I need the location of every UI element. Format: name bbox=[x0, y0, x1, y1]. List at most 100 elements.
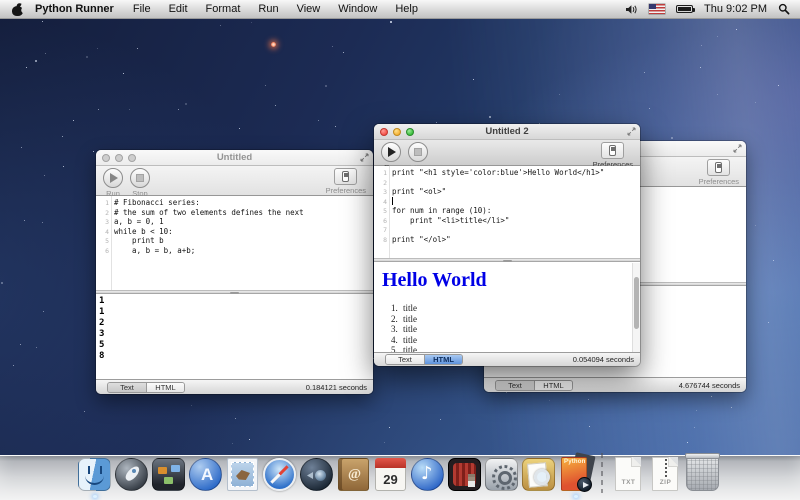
elapsed-time: 4.676744 seconds bbox=[679, 381, 740, 390]
output-line: 5 bbox=[99, 340, 373, 351]
toggle-icon bbox=[342, 171, 349, 182]
code-editor[interactable]: 1print "<h1 style='color:blue'>Hello Wor… bbox=[374, 166, 640, 258]
close-button[interactable] bbox=[380, 128, 388, 136]
window-untitled: Untitled Run Stop Preferences 1# Fibonac… bbox=[96, 150, 373, 394]
tab-text[interactable]: Text bbox=[108, 383, 146, 392]
volume-icon[interactable] bbox=[625, 4, 638, 15]
red-star bbox=[271, 42, 276, 47]
output-line: 1 bbox=[99, 296, 373, 307]
minimize-button[interactable] bbox=[393, 128, 401, 136]
preferences-button[interactable]: Preferences bbox=[593, 142, 633, 169]
app-menu-title[interactable]: Python Runner bbox=[29, 3, 120, 15]
launchpad-icon[interactable] bbox=[113, 453, 150, 493]
spotlight-icon[interactable] bbox=[778, 3, 790, 15]
list-item: title bbox=[400, 314, 640, 325]
tab-text[interactable]: Text bbox=[496, 381, 534, 390]
window-untitled-2: Untitled 2 Run Stop Preferences 1print "… bbox=[374, 124, 640, 366]
code-line: 6 print "<li>title</li>" bbox=[374, 216, 640, 226]
text-output: 112358 bbox=[96, 294, 373, 362]
preferences-button[interactable]: Preferences bbox=[326, 168, 366, 195]
apple-menu-icon[interactable] bbox=[12, 3, 23, 16]
tab-html[interactable]: HTML bbox=[534, 381, 572, 390]
code-line: 5 print b bbox=[96, 236, 373, 246]
code-editor[interactable]: 1# Fibonacci series:2# the sum of two el… bbox=[96, 196, 373, 290]
menu-run[interactable]: Run bbox=[249, 3, 287, 15]
list-item: title bbox=[400, 324, 640, 335]
zoom-button[interactable] bbox=[128, 154, 136, 162]
preferences-button[interactable]: Preferences bbox=[699, 159, 739, 186]
stop-button[interactable]: Stop bbox=[130, 168, 150, 198]
zip-document-icon[interactable]: ZIP bbox=[647, 453, 684, 493]
list-item: title bbox=[400, 345, 640, 352]
titlebar[interactable]: Untitled bbox=[96, 150, 373, 166]
resize-icon[interactable] bbox=[360, 153, 369, 162]
titlebar[interactable]: Untitled 2 bbox=[374, 124, 640, 140]
elapsed-time: 0.184121 seconds bbox=[306, 383, 367, 392]
minimize-button[interactable] bbox=[115, 154, 123, 162]
menu-list: FileEditFormatRunViewWindowHelp bbox=[124, 3, 427, 15]
play-icon bbox=[388, 147, 396, 157]
mail-icon[interactable] bbox=[224, 453, 261, 493]
tab-html[interactable]: HTML bbox=[424, 355, 462, 364]
menu-bar: Python Runner FileEditFormatRunViewWindo… bbox=[0, 0, 800, 19]
output-line: 3 bbox=[99, 329, 373, 340]
code-line: 8print "</ol>" bbox=[374, 235, 640, 245]
menu-format[interactable]: Format bbox=[197, 3, 250, 15]
output-pane[interactable]: 112358 bbox=[96, 294, 373, 379]
python-runner-icon[interactable]: Python bbox=[557, 453, 594, 493]
menu-clock[interactable]: Thu 9:02 PM bbox=[704, 3, 767, 15]
tab-html[interactable]: HTML bbox=[146, 383, 184, 392]
code-line: 1print "<h1 style='color:blue'>Hello Wor… bbox=[374, 168, 640, 178]
system-preferences-icon[interactable] bbox=[483, 453, 520, 493]
input-language-flag-icon[interactable] bbox=[649, 4, 665, 14]
battery-icon[interactable] bbox=[676, 5, 693, 13]
finder-icon[interactable] bbox=[76, 453, 113, 493]
safari-icon[interactable] bbox=[261, 453, 298, 493]
menu-file[interactable]: File bbox=[124, 3, 160, 15]
menu-view[interactable]: View bbox=[288, 3, 330, 15]
code-line: 1# Fibonacci series: bbox=[96, 198, 373, 208]
itunes-icon[interactable] bbox=[409, 453, 446, 493]
elapsed-time: 0.054094 seconds bbox=[573, 355, 634, 364]
list-item: title bbox=[400, 303, 640, 314]
tab-text[interactable]: Text bbox=[386, 355, 424, 364]
toolbar: Run Stop Preferences bbox=[96, 166, 373, 196]
menu-window[interactable]: Window bbox=[329, 3, 386, 15]
code-line: 5for num in range (10): bbox=[374, 206, 640, 216]
run-button[interactable]: Run bbox=[103, 168, 123, 198]
status-menus: Thu 9:02 PM bbox=[625, 3, 800, 15]
output-line: 8 bbox=[99, 351, 373, 362]
resize-icon[interactable] bbox=[627, 127, 636, 136]
resize-icon[interactable] bbox=[733, 144, 742, 153]
status-bar: Text HTML 0.054094 seconds bbox=[374, 352, 640, 366]
status-bar: Text HTML 0.184121 seconds bbox=[96, 379, 373, 394]
mission-control-icon[interactable] bbox=[150, 453, 187, 493]
code-line: 3print "<ol>" bbox=[374, 187, 640, 197]
line-number: 8 bbox=[374, 236, 387, 246]
output-mode-switch: Text HTML bbox=[385, 354, 463, 365]
window-controls bbox=[380, 128, 414, 136]
facetime-icon[interactable] bbox=[298, 453, 335, 493]
output-line: 1 bbox=[99, 307, 373, 318]
app-store-icon[interactable] bbox=[187, 453, 224, 493]
photo-booth-icon[interactable] bbox=[446, 453, 483, 493]
address-book-icon[interactable] bbox=[335, 453, 372, 493]
code-line: 2 bbox=[374, 178, 640, 188]
txt-document-icon[interactable]: TXT bbox=[610, 453, 647, 493]
output-line: 2 bbox=[99, 318, 373, 329]
menu-edit[interactable]: Edit bbox=[160, 3, 197, 15]
output-pane[interactable]: Hello World titletitletitletitletitletit… bbox=[374, 262, 640, 352]
code-line: 2# the sum of two elements defines the n… bbox=[96, 208, 373, 218]
scrollbar[interactable] bbox=[632, 263, 640, 352]
trash-icon[interactable] bbox=[684, 453, 721, 493]
window-controls bbox=[102, 154, 136, 162]
zoom-button[interactable] bbox=[406, 128, 414, 136]
menu-help[interactable]: Help bbox=[386, 3, 427, 15]
ical-icon[interactable]: 29 bbox=[372, 453, 409, 493]
toggle-icon bbox=[609, 145, 616, 156]
close-button[interactable] bbox=[102, 154, 110, 162]
toolbar: Run Stop Preferences bbox=[374, 140, 640, 166]
output-mode-switch: Text HTML bbox=[495, 380, 573, 391]
scrollbar-thumb[interactable] bbox=[634, 277, 639, 329]
preview-icon[interactable] bbox=[520, 453, 557, 493]
